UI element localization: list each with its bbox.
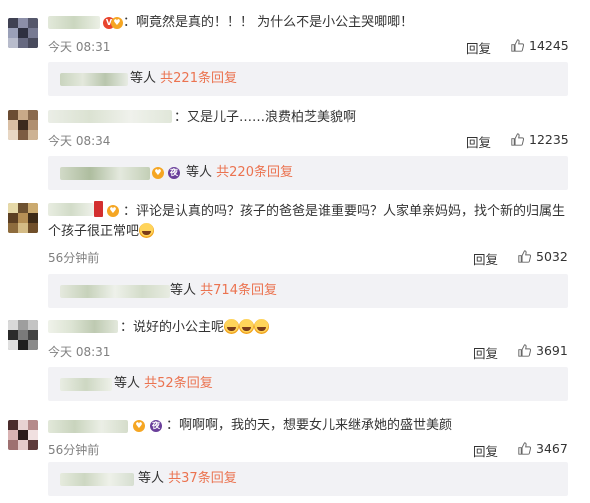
sub-replies-box[interactable]: 等人 共52条回复 bbox=[48, 367, 568, 401]
reply-count-link: 共37条回复 bbox=[168, 471, 237, 486]
sub-replies-box[interactable]: 等人 共221条回复 bbox=[48, 62, 568, 96]
replier-names bbox=[60, 378, 112, 391]
vip-badge-icon: 夜 bbox=[150, 420, 162, 432]
username[interactable] bbox=[48, 320, 118, 333]
thumbs-up-icon bbox=[518, 250, 531, 263]
like-button[interactable]: 12235 bbox=[511, 132, 569, 147]
crying-laugh-emoji-icon bbox=[254, 319, 270, 334]
username[interactable] bbox=[48, 16, 100, 29]
sub-replies-box[interactable]: ♥ 夜 等人 共220条回复 bbox=[48, 156, 568, 190]
sub-reply-summary[interactable]: 等人 共714条回复 bbox=[170, 282, 277, 300]
crying-laugh-emoji-icon bbox=[139, 223, 155, 238]
replier-names bbox=[60, 73, 128, 86]
reply-button[interactable]: 回复 bbox=[473, 441, 498, 460]
username[interactable] bbox=[48, 420, 128, 433]
username[interactable] bbox=[48, 110, 172, 123]
like-count: 14245 bbox=[529, 38, 569, 53]
sub-replies-box[interactable]: 等人 共714条回复 bbox=[48, 274, 568, 308]
comment-text: ：评论是认真的吗？孩子的爸爸是谁重要吗？人家单亲妈妈，找个新的归属生个孩子很正常… bbox=[48, 204, 566, 239]
reply-button[interactable]: 回复 bbox=[473, 343, 498, 362]
comment-time: 今天 08:31 bbox=[48, 345, 111, 359]
reply-count-link: 共714条回复 bbox=[200, 283, 277, 298]
like-count: 3691 bbox=[536, 343, 568, 358]
comment-text: ：啊竟然是真的！！！ 为什么不是小公主哭唧唧！ bbox=[123, 15, 414, 30]
avatar[interactable] bbox=[8, 18, 38, 48]
sub-reply-summary[interactable]: 等人 共37条回复 bbox=[138, 470, 237, 488]
avatar[interactable] bbox=[8, 110, 38, 140]
comment-time: 56分钟前 bbox=[48, 443, 100, 457]
like-button[interactable]: 3467 bbox=[518, 441, 568, 456]
replier-names bbox=[60, 473, 134, 486]
reply-button[interactable]: 回复 bbox=[473, 249, 498, 268]
crying-laugh-emoji-icon bbox=[224, 319, 240, 334]
comment-text: ：啊啊啊，我的天，想要女儿来继承她的盛世美颜 bbox=[166, 418, 453, 433]
medal-icon: ♥ bbox=[152, 167, 164, 179]
medal-icon: ♥ bbox=[111, 17, 123, 29]
sub-reply-summary[interactable]: 等人 共52条回复 bbox=[114, 375, 213, 393]
like-button[interactable]: 3691 bbox=[518, 343, 568, 358]
sub-replies-box[interactable]: 等人 共37条回复 bbox=[48, 462, 568, 496]
thumbs-up-icon bbox=[511, 133, 524, 146]
replier-names bbox=[60, 285, 170, 298]
comment-time: 今天 08:34 bbox=[48, 134, 111, 148]
like-button[interactable]: 5032 bbox=[518, 249, 568, 264]
thumbs-up-icon bbox=[518, 344, 531, 357]
reply-count-link: 共221条回复 bbox=[160, 71, 237, 86]
avatar[interactable] bbox=[8, 420, 38, 450]
vip-badge-icon: 夜 bbox=[168, 167, 180, 179]
comment-text: ：说好的小公主呢 bbox=[120, 318, 270, 338]
replier-names bbox=[60, 167, 150, 180]
sub-reply-summary[interactable]: 等人 共220条回复 bbox=[186, 164, 293, 182]
avatar[interactable] bbox=[8, 320, 38, 350]
like-button[interactable]: 14245 bbox=[511, 38, 569, 53]
thumbs-up-icon bbox=[518, 442, 531, 455]
reply-count-link: 共52条回复 bbox=[144, 376, 213, 391]
avatar[interactable] bbox=[8, 203, 38, 233]
like-count: 3467 bbox=[536, 441, 568, 456]
comment-time: 56分钟前 bbox=[48, 251, 100, 265]
reply-button[interactable]: 回复 bbox=[466, 132, 491, 151]
reply-button[interactable]: 回复 bbox=[466, 38, 491, 57]
like-count: 12235 bbox=[529, 132, 569, 147]
thumbs-up-icon bbox=[511, 39, 524, 52]
crying-laugh-emoji-icon bbox=[239, 319, 255, 334]
comment-text: ：又是儿子……浪费柏芝美貌啊 bbox=[174, 110, 357, 125]
sub-reply-summary[interactable]: 等人 共221条回复 bbox=[130, 70, 237, 88]
like-count: 5032 bbox=[536, 249, 568, 264]
medal-icon: ♥ bbox=[133, 420, 145, 432]
comment-time: 今天 08:31 bbox=[48, 40, 111, 54]
reply-count-link: 共220条回复 bbox=[216, 165, 293, 180]
